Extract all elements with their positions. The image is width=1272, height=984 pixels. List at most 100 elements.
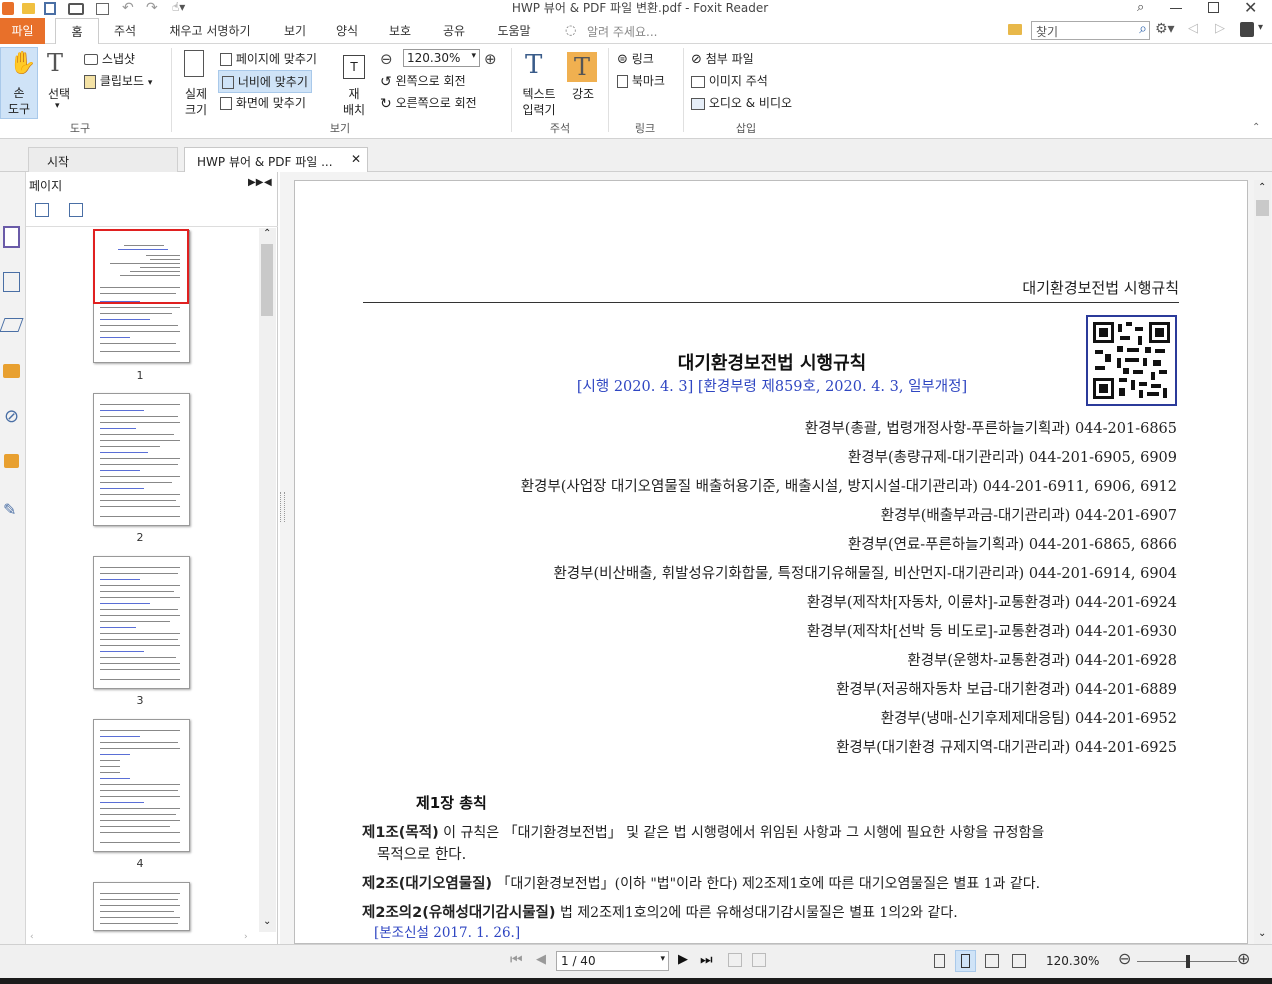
continuous-facing-icon[interactable] [1012, 954, 1026, 968]
separator [511, 48, 512, 132]
select-tool-button[interactable]: T 선택 ▾ [42, 47, 76, 119]
folder-search-icon[interactable] [1008, 24, 1022, 35]
hand-tool-label-1: 손 [13, 86, 25, 100]
pages-panel-icon[interactable] [3, 226, 20, 248]
page-thumbnail-4[interactable] [93, 719, 190, 852]
audio-video-button[interactable]: 오디오 & 비디오 [691, 94, 792, 111]
zoom-thumb-in-icon[interactable] [35, 203, 49, 217]
lock-icon[interactable] [4, 454, 19, 468]
zoom-out-icon[interactable]: ⊖ [380, 50, 393, 68]
facing-page-icon[interactable] [985, 954, 999, 968]
prev-view-icon[interactable] [728, 953, 742, 967]
page-thumbnail-3[interactable] [93, 556, 190, 689]
bookmark-button[interactable]: 북마크 [617, 72, 665, 89]
highlight-button[interactable]: T 강조 [565, 47, 601, 119]
thumb-scroll-down-icon[interactable]: ⌄ [263, 916, 271, 927]
fit-page-button[interactable]: 페이지에 맞추기 [220, 50, 317, 67]
thumb-hscroll-right-icon[interactable]: › [244, 932, 248, 942]
menu-home[interactable]: 홈 [55, 18, 99, 44]
signature-icon[interactable]: ✎ [3, 500, 16, 519]
thumb-scroll-up-icon[interactable]: ⌃ [263, 228, 271, 239]
page-thumbnail-5[interactable] [93, 882, 190, 931]
page-input[interactable]: 1 / 40 ▾ [556, 951, 669, 971]
page-thumbnail-2[interactable] [93, 393, 190, 526]
typewriter-button[interactable]: T 텍스트 입력기 [517, 47, 561, 119]
fit-width-button[interactable]: 너비에 맞추기 [218, 70, 312, 93]
clipboard-button[interactable]: 클립보드 ▾ [84, 72, 152, 89]
doc-scrollbar[interactable]: ⌃ ⌄ [1254, 180, 1271, 944]
stack-icon[interactable] [0, 318, 24, 332]
zoom-slider-thumb[interactable] [1186, 955, 1190, 968]
collapse-ribbon-icon[interactable]: ⌃ [1252, 122, 1260, 133]
next-page-icon[interactable]: ▶ [678, 952, 688, 967]
image-annotation-button[interactable]: 이미지 주석 [691, 72, 768, 89]
print-icon[interactable] [68, 3, 84, 15]
doc-scroll-down-icon[interactable]: ⌄ [1258, 928, 1266, 939]
tell-me-input[interactable]: 알려 주세요... [587, 23, 657, 40]
comments-icon[interactable] [3, 364, 20, 378]
prev-page-icon[interactable]: ◀ [536, 952, 546, 967]
clipboard-icon [84, 74, 96, 89]
menu-comment[interactable]: 주석 [103, 18, 147, 44]
reflow-button[interactable]: T 재 배치 [338, 47, 370, 119]
panel-splitter[interactable] [280, 492, 285, 522]
zoom-select[interactable]: 120.30% ▾ [403, 49, 480, 67]
close-button[interactable]: ✕ [1244, 0, 1257, 17]
thumb-scroll-thumb[interactable] [261, 244, 273, 316]
doc-scroll-thumb[interactable] [1256, 200, 1269, 216]
menu-share[interactable]: 공유 [432, 18, 476, 44]
open-icon[interactable] [22, 3, 35, 14]
snapshot-button[interactable]: 스냅샷 [84, 50, 135, 67]
panel-expand-icon[interactable]: ▶▶ [248, 177, 263, 188]
save-icon[interactable] [44, 2, 56, 15]
undo-icon[interactable]: ↶ [122, 0, 134, 16]
last-page-icon[interactable]: ⏭ [700, 952, 713, 968]
layers-icon[interactable] [3, 272, 20, 292]
tab-start[interactable]: 시작 [28, 147, 178, 172]
zoom-dropdown-icon: ▾ [471, 51, 476, 61]
attach-file-button[interactable]: ⊘ 첨부 파일 [691, 50, 754, 67]
redo-icon[interactable]: ↷ [146, 0, 158, 16]
reflow-label-2: 배치 [342, 103, 366, 117]
menu-help[interactable]: 도움말 [486, 18, 542, 44]
search-icon[interactable]: ⌕ [1139, 21, 1147, 37]
contact-line: 환경부(비산배출, 휘발성유기화합물, 특정대기유해물질, 비산먼지-대기관리과… [553, 566, 1177, 582]
panel-collapse-icon[interactable]: ◀ [264, 177, 272, 188]
rotate-left-button[interactable]: ↺ 왼쪽으로 회전 [380, 72, 466, 90]
properties-icon[interactable] [96, 3, 109, 15]
next-view-icon[interactable] [752, 953, 766, 967]
status-zoom-in-icon[interactable]: ⊕ [1237, 949, 1250, 968]
user-icon[interactable] [1240, 22, 1254, 37]
fit-visible-button[interactable]: 화면에 맞추기 [220, 94, 306, 111]
first-page-icon[interactable]: ⏮ [510, 952, 523, 968]
menu-view[interactable]: 보기 [273, 18, 317, 44]
link-button[interactable]: ⊜ 링크 [617, 50, 654, 67]
attachment-icon[interactable]: ⊘ [4, 406, 19, 427]
maximize-button[interactable] [1208, 2, 1219, 13]
doc-scroll-up-icon[interactable]: ⌃ [1258, 182, 1266, 193]
tab-close-icon[interactable]: ✕ [351, 152, 361, 166]
menu-fill-sign[interactable]: 채우고 서명하기 [157, 18, 263, 44]
hand-tool-button[interactable]: ✋ 손 도구 [0, 47, 38, 119]
rotate-right-button[interactable]: ↻ 오른쪽으로 회전 [380, 94, 477, 112]
article-2-2: 제2조의2(유해성대기감시물질) 법 제2조제1호의2에 따른 유해성대기감시물… [362, 901, 958, 922]
zoom-thumb-out-icon[interactable] [69, 203, 83, 217]
menu-file[interactable]: 파일 [0, 18, 45, 44]
status-zoom-out-icon[interactable]: ⊖ [1118, 949, 1131, 968]
menu-protect[interactable]: 보호 [378, 18, 422, 44]
actual-size-button[interactable]: 실제 크기 [178, 47, 214, 119]
thumb-scrollbar[interactable]: ⌃ ⌄ [259, 228, 276, 932]
thumb-hscroll-left-icon[interactable]: ‹ [30, 932, 34, 942]
single-page-icon[interactable] [934, 954, 945, 968]
search-mini-icon[interactable]: ⌕ [1137, 0, 1144, 15]
user-dropdown-icon[interactable]: ▾ [1258, 22, 1263, 33]
menu-form[interactable]: 양식 [325, 18, 369, 44]
minimize-button[interactable] [1170, 8, 1182, 9]
tab-document[interactable]: HWP 뷰어 & PDF 파일 ... ✕ [184, 147, 368, 173]
gear-icon[interactable]: ⚙▾ [1155, 21, 1175, 37]
search-field[interactable]: 찾기 ⌕ [1031, 21, 1150, 40]
zoom-in-icon[interactable]: ⊕ [484, 50, 497, 68]
customize-icon[interactable]: ☝▾ [172, 0, 185, 14]
next-result-icon[interactable]: ▷ [1215, 21, 1225, 36]
prev-result-icon[interactable]: ◁ [1188, 21, 1198, 36]
